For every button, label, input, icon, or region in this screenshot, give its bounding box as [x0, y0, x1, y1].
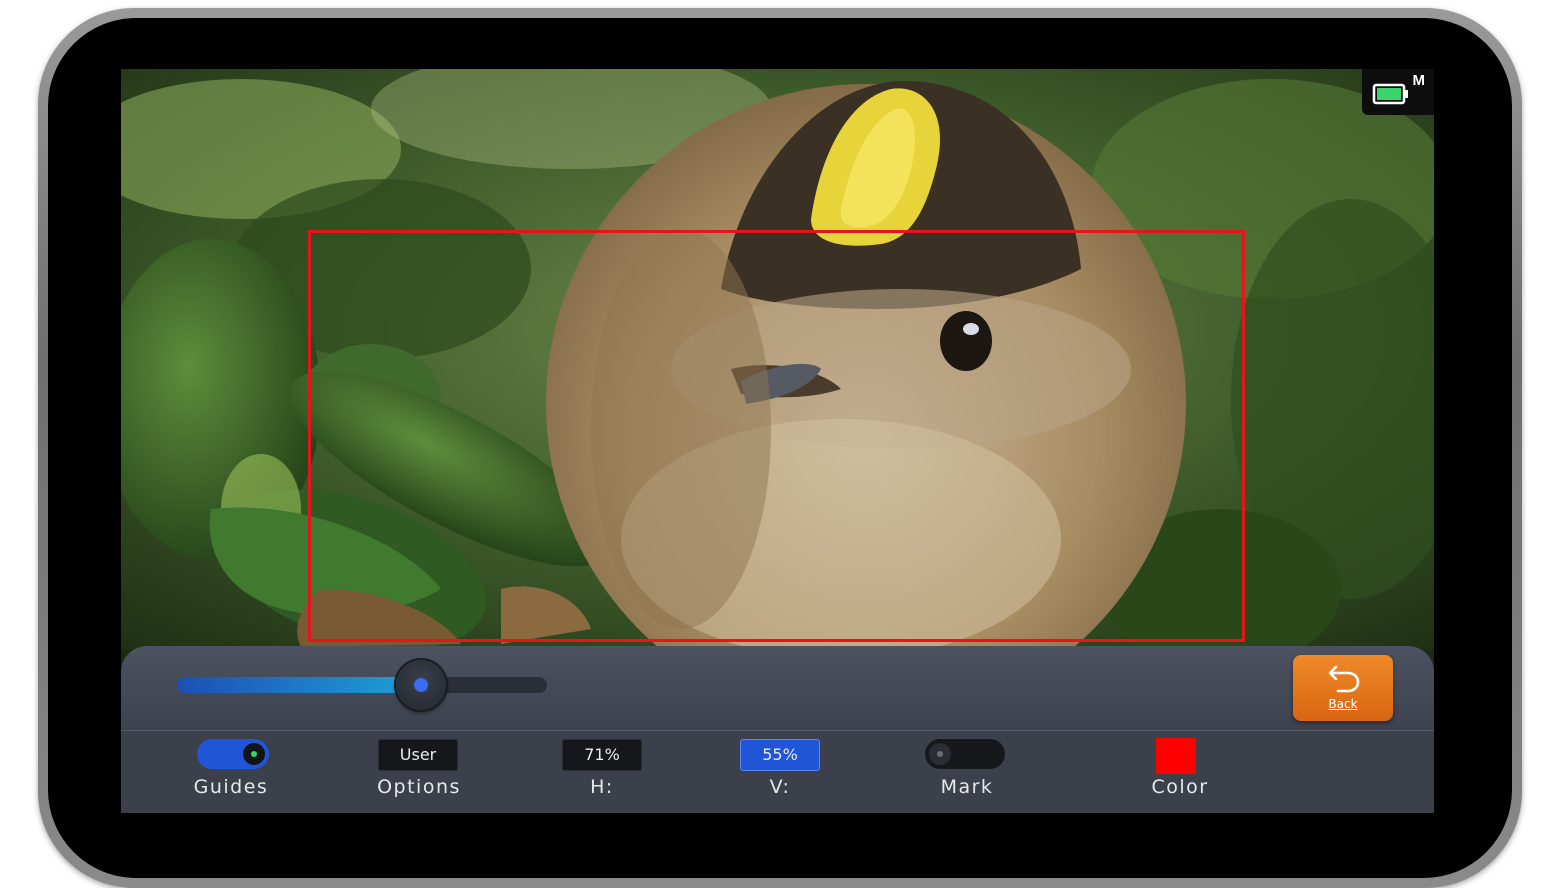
mark-toggle[interactable]	[925, 739, 1005, 769]
back-button[interactable]: Back	[1293, 655, 1393, 721]
mark-control: Mark	[887, 731, 1047, 813]
slider-thumb-dot	[414, 678, 428, 692]
bottom-toolbar: Guides User Options 71% H: 55% V: Mark C…	[121, 730, 1434, 813]
color-control: Color	[1100, 731, 1260, 813]
mark-label: Mark	[940, 776, 994, 798]
color-swatch[interactable]	[1156, 738, 1196, 774]
control-panel: Back Guides User Options 71% H: 55% V: M…	[121, 646, 1434, 813]
monitor-screen: M Back Guides User Options 71% H: 55% V:…	[121, 69, 1434, 813]
battery-mode-label: M	[1412, 72, 1426, 89]
battery-icon	[1372, 83, 1408, 105]
v-label: V:	[769, 776, 791, 798]
h-label: H:	[590, 776, 614, 798]
color-label: Color	[1151, 776, 1209, 798]
options-control: User Options	[339, 731, 499, 813]
guides-label: Guides	[193, 776, 269, 798]
slider-fill	[177, 677, 421, 693]
v-control: 55% V:	[700, 731, 860, 813]
battery-status-indicator: M	[1362, 69, 1434, 115]
options-value[interactable]: User	[378, 739, 458, 771]
back-button-label: Back	[1328, 697, 1358, 711]
undo-arrow-icon	[1328, 665, 1360, 693]
h-value[interactable]: 71%	[562, 739, 642, 771]
guides-control: Guides	[151, 731, 311, 813]
h-control: 71% H:	[522, 731, 682, 813]
size-slider[interactable]	[177, 660, 547, 710]
slider-bar: Back	[121, 646, 1434, 730]
slider-thumb[interactable]	[396, 660, 446, 710]
guide-frame-overlay	[308, 230, 1245, 642]
v-value[interactable]: 55%	[740, 739, 820, 771]
options-label: Options	[377, 776, 461, 798]
guides-toggle[interactable]	[197, 739, 269, 769]
